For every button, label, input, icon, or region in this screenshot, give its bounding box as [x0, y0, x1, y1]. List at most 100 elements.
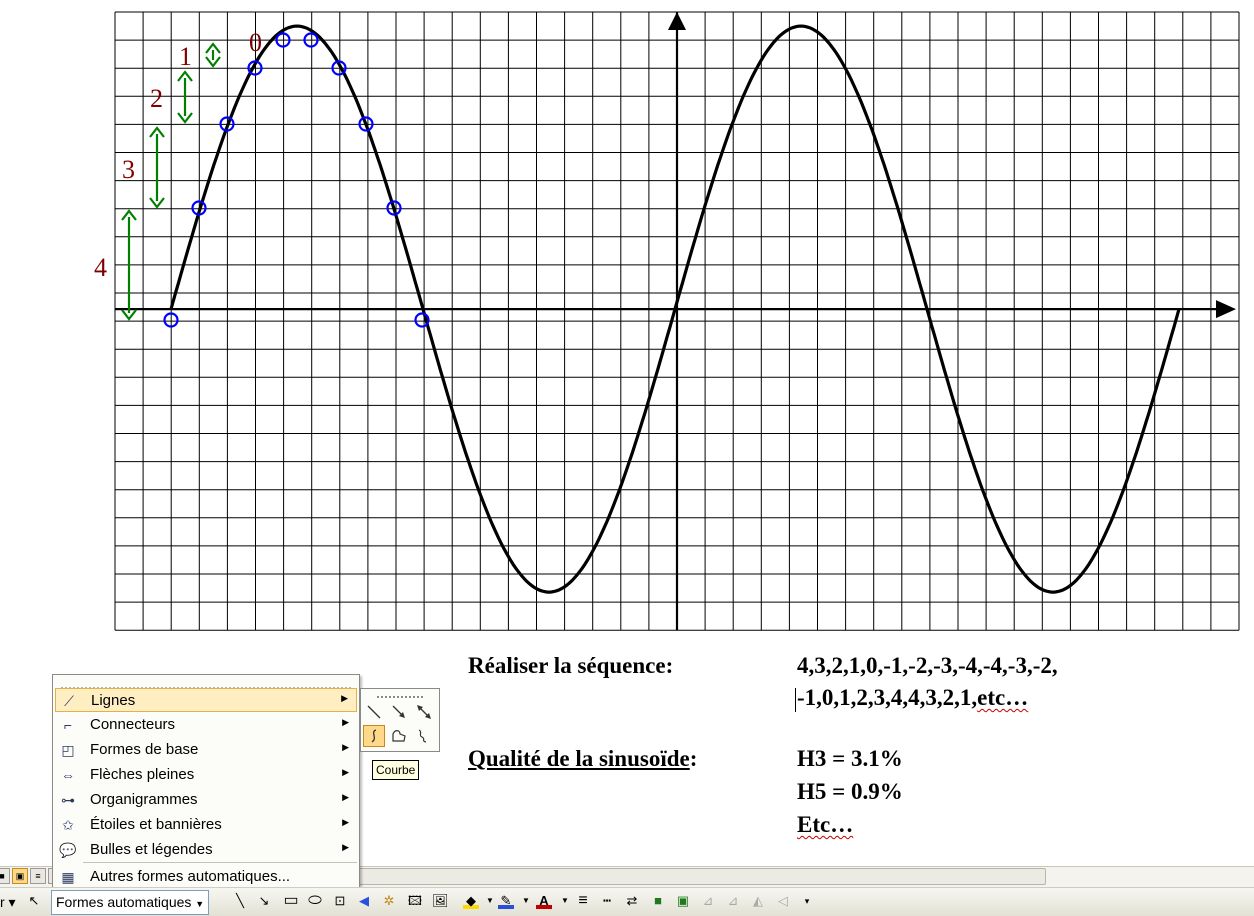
- y-axis-arrowhead: [668, 12, 686, 30]
- menu-item-label: Connecteurs: [90, 716, 176, 733]
- etc-text: Etc…: [797, 812, 854, 837]
- wordart-icon[interactable]: ◀: [356, 893, 372, 909]
- sequence-line-2-main: -1,0,1,2,3,4,4,3,2,1,: [797, 685, 978, 710]
- menu-item-more-autoshapes[interactable]: ▦ Autres formes automatiques...: [55, 865, 357, 889]
- submenu-arrow-icon: ▶: [342, 817, 349, 827]
- sequence-line-2-etc: etc…: [977, 685, 1029, 710]
- submenu-arrow-icon: ▶: [342, 717, 349, 727]
- shadow-icon[interactable]: ■: [650, 893, 666, 909]
- oval-icon[interactable]: ⬭: [307, 893, 323, 909]
- freeform-icon[interactable]: [388, 725, 410, 747]
- scrollbar-thumb[interactable]: [358, 868, 1046, 885]
- step-double-arrow: [177, 70, 193, 124]
- sequence-line-1: 4,3,2,1,0,-1,-2,-3,-4,-4,-3,-2,: [797, 653, 1058, 678]
- font-color-icon[interactable]: A: [536, 893, 552, 909]
- drawing-toolbar: r ▾ ↖ Formes automatiques ▼ ╲ ↘ ▭ ⬭ ⊡ ◀ …: [0, 887, 1254, 916]
- menu-item-lines[interactable]: ⟋ Lignes ▶: [55, 688, 357, 712]
- submenu-arrow-icon: ▶: [342, 792, 349, 802]
- clipart-icon[interactable]: 🖾: [407, 893, 423, 909]
- disabled-tool-icon: ⊿: [702, 893, 714, 908]
- step-label-2: 2: [150, 84, 163, 113]
- curve-icon[interactable]: [363, 725, 385, 747]
- line-color-icon[interactable]: ✎: [498, 893, 514, 909]
- curve-tooltip: Courbe: [372, 760, 420, 780]
- x-axis-arrowhead: [1216, 300, 1236, 319]
- h5-value: H5 = 0.9%: [797, 779, 903, 804]
- text-cursor: [795, 688, 796, 712]
- menu-item-label: Organigrammes: [90, 791, 198, 808]
- rectangle-icon[interactable]: ▭: [283, 893, 299, 909]
- block-arrows-icon: ⇔: [61, 767, 75, 783]
- select-objects-icon[interactable]: ↖: [26, 893, 42, 909]
- line-icon[interactable]: ╲: [232, 893, 248, 909]
- view-print-layout-icon[interactable]: ▣: [12, 868, 28, 884]
- autoshapes-button[interactable]: Formes automatiques ▼: [51, 890, 210, 915]
- submenu-arrow-icon: ▶: [342, 842, 349, 852]
- quality-heading-line: Qualité de la sinusoïde:: [468, 746, 697, 772]
- menu-item-basic-shapes[interactable]: ◰ Formes de base ▶: [55, 738, 357, 762]
- line-icon[interactable]: [363, 701, 385, 723]
- flowchart-icon: ⊶: [61, 792, 75, 808]
- more-autoshapes-icon: ▦: [61, 869, 75, 885]
- menu-item-block-arrows[interactable]: ⇔ Flèches pleines ▶: [55, 763, 357, 787]
- menu-item-stars-banners[interactable]: ✩ Étoiles et bannières ▶: [55, 813, 357, 837]
- menu-separator: [83, 862, 357, 863]
- stars-banners-icon: ✩: [62, 817, 74, 833]
- sample-markers: [163, 32, 430, 328]
- disabled-tool-icon: ◁: [778, 893, 788, 908]
- draw-menu-partial[interactable]: r ▾: [0, 891, 16, 913]
- line-style-icon[interactable]: ≡: [575, 893, 591, 909]
- lines-icon: ⟋: [64, 693, 74, 709]
- arrow-icon[interactable]: ↘: [256, 893, 272, 909]
- callouts-icon: 💬: [59, 842, 77, 858]
- autoshapes-menu: ⟋ Lignes ▶ ⌐ Connecteurs ▶ ◰ Formes de b…: [52, 674, 360, 892]
- sequence-line-2: -1,0,1,2,3,4,4,3,2,1,etc…: [797, 685, 1028, 711]
- lines-submenu: [360, 688, 440, 752]
- fill-dropdown-icon[interactable]: ▼: [482, 893, 498, 909]
- view-outline-icon[interactable]: ≡: [30, 868, 46, 884]
- zero-label: 0: [249, 28, 262, 57]
- menu-item-connectors[interactable]: ⌐ Connecteurs ▶: [55, 713, 357, 737]
- picture-icon[interactable]: 🖼: [432, 893, 449, 909]
- menu-item-label: Étoiles et bannières: [90, 816, 222, 833]
- menu-item-label: Formes de base: [90, 741, 199, 758]
- toolbar-options-icon[interactable]: ▾: [799, 893, 815, 909]
- submenu-arrow-icon: ▶: [341, 693, 348, 703]
- disabled-tool-icon: ⊿: [727, 893, 739, 908]
- menu-item-label: Bulles et légendes: [90, 841, 213, 858]
- quality-heading: Qualité de la sinusoïde: [468, 746, 690, 771]
- menu-item-label: Lignes: [91, 692, 136, 709]
- double-arrow-icon[interactable]: [413, 701, 435, 723]
- 3d-icon[interactable]: ▣: [675, 893, 691, 909]
- autoshapes-label: Formes automatiques: [56, 894, 192, 910]
- dash-style-icon[interactable]: ┅: [599, 893, 615, 909]
- menu-item-flowchart[interactable]: ⊶ Organigrammes ▶: [55, 788, 357, 812]
- arrow-style-icon[interactable]: ⇄: [624, 893, 640, 909]
- menu-item-label: Autres formes automatiques...: [90, 868, 291, 885]
- submenu-arrow-icon: ▶: [342, 742, 349, 752]
- line-color-dropdown-icon[interactable]: ▼: [518, 893, 534, 909]
- font-color-dropdown-icon[interactable]: ▼: [557, 893, 573, 909]
- disabled-tool-icon: ◭: [753, 893, 763, 908]
- diagram-icon[interactable]: ✲: [381, 893, 397, 909]
- arrow-icon[interactable]: [388, 701, 410, 723]
- menu-item-label: Flèches pleines: [90, 766, 195, 783]
- view-normal-icon[interactable]: ■: [0, 868, 10, 884]
- h3-value: H3 = 3.1%: [797, 746, 903, 771]
- step-label-3: 3: [122, 155, 135, 184]
- menu-item-callouts[interactable]: 💬 Bulles et légendes ▶: [55, 838, 357, 862]
- fill-color-icon[interactable]: ◆: [463, 893, 479, 909]
- submenu-grip[interactable]: [377, 692, 423, 698]
- step-label-4: 4: [94, 253, 107, 282]
- dropdown-arrow-icon: ▼: [195, 899, 205, 909]
- basic-shapes-icon: ◰: [61, 742, 75, 758]
- connectors-icon: ⌐: [63, 717, 73, 733]
- scribble-icon[interactable]: [413, 725, 435, 747]
- submenu-arrow-icon: ▶: [342, 767, 349, 777]
- quality-colon: :: [689, 746, 698, 771]
- step-label-1: 1: [179, 42, 192, 71]
- step-double-arrow: [205, 42, 221, 68]
- textbox-icon[interactable]: ⊡: [332, 893, 348, 909]
- sequence-heading: Réaliser la séquence:: [468, 653, 674, 678]
- step-double-arrow: [149, 126, 165, 209]
